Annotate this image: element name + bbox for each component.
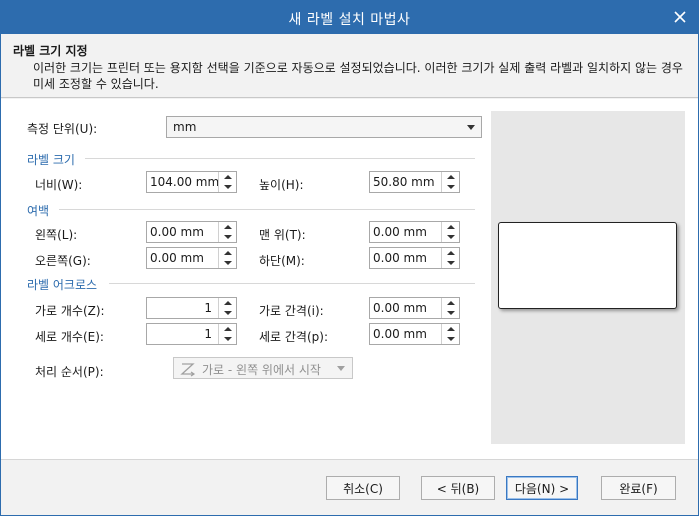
spin-up-icon[interactable] xyxy=(442,324,460,334)
spin-up-icon[interactable] xyxy=(219,298,237,308)
finish-button[interactable]: 완료(F) xyxy=(601,476,676,500)
z-order-icon xyxy=(180,363,196,377)
chevron-down-icon xyxy=(337,366,345,371)
spin-down-icon[interactable] xyxy=(219,182,237,192)
spin-up-icon[interactable] xyxy=(219,324,237,334)
wizard-body: 측정 단위(U): mm 라벨 크기 너비(W): 104.00 mm 높이(H… xyxy=(1,99,698,459)
spin-down-icon[interactable] xyxy=(219,334,237,344)
divider xyxy=(85,158,475,159)
label-preview xyxy=(498,222,677,309)
step-title: 라벨 크기 지정 xyxy=(13,44,88,58)
margin-left-stepper[interactable]: 0.00 mm xyxy=(146,221,237,243)
divider xyxy=(59,209,475,210)
spin-up-icon[interactable] xyxy=(442,248,460,258)
spin-up-icon[interactable] xyxy=(219,172,237,182)
print-order-value: 가로 - 왼쪽 위에서 시작 xyxy=(202,363,321,377)
vertical-count-value: 1 xyxy=(204,327,212,341)
spin-up-icon[interactable] xyxy=(442,222,460,232)
margin-top-label: 맨 위(T): xyxy=(259,228,306,242)
wizard-header: 라벨 크기 지정 이러한 크기는 프린터 또는 용지함 선택을 기준으로 자동으… xyxy=(1,34,698,98)
label-wizard-window: 새 라벨 설치 마법사 라벨 크기 지정 이러한 크기는 프린터 또는 용지함 … xyxy=(0,0,699,516)
spin-up-icon[interactable] xyxy=(442,298,460,308)
width-value: 104.00 mm xyxy=(150,175,220,189)
label-preview-panel xyxy=(491,111,685,444)
horizontal-gap-label: 가로 간격(i): xyxy=(259,304,324,318)
spin-down-icon[interactable] xyxy=(442,308,460,318)
spin-down-icon[interactable] xyxy=(219,308,237,318)
units-value: mm xyxy=(173,120,197,134)
window-title: 새 라벨 설치 마법사 xyxy=(288,12,411,28)
margin-right-stepper[interactable]: 0.00 mm xyxy=(146,247,237,269)
chevron-down-icon xyxy=(467,125,475,130)
units-select[interactable]: mm xyxy=(166,116,482,138)
print-order-label: 처리 순서(P): xyxy=(35,365,104,379)
spin-down-icon[interactable] xyxy=(219,232,237,242)
margin-bottom-stepper[interactable]: 0.00 mm xyxy=(369,247,460,269)
close-icon[interactable] xyxy=(670,7,690,27)
vertical-gap-stepper[interactable]: 0.00 mm xyxy=(369,323,460,345)
margin-right-label: 오른쪽(G): xyxy=(35,254,91,268)
vertical-gap-label: 세로 간격(p): xyxy=(259,330,328,344)
margin-bottom-label: 하단(M): xyxy=(259,254,305,268)
height-label: 높이(H): xyxy=(259,178,304,192)
margin-top-value: 0.00 mm xyxy=(373,225,427,239)
horizontal-gap-stepper[interactable]: 0.00 mm xyxy=(369,297,460,319)
width-label: 너비(W): xyxy=(35,178,83,192)
section-margins: 여백 xyxy=(27,204,50,218)
next-button[interactable]: 다음(N) > xyxy=(506,476,578,500)
section-label-size: 라벨 크기 xyxy=(27,153,75,167)
spin-down-icon[interactable] xyxy=(442,258,460,268)
width-stepper[interactable]: 104.00 mm xyxy=(146,171,237,193)
margin-top-stepper[interactable]: 0.00 mm xyxy=(369,221,460,243)
height-value: 50.80 mm xyxy=(373,175,435,189)
divider xyxy=(109,283,475,284)
spin-up-icon[interactable] xyxy=(219,222,237,232)
horizontal-gap-value: 0.00 mm xyxy=(373,301,427,315)
spin-down-icon[interactable] xyxy=(442,334,460,344)
horizontal-count-value: 1 xyxy=(204,301,212,315)
margin-right-value: 0.00 mm xyxy=(150,251,204,265)
wizard-footer: 취소(C) < 뒤(B) 다음(N) > 완료(F) xyxy=(1,459,698,515)
title-bar: 새 라벨 설치 마법사 xyxy=(1,1,698,34)
spin-down-icon[interactable] xyxy=(442,232,460,242)
units-label: 측정 단위(U): xyxy=(27,122,98,136)
section-labels-across: 라벨 어크로스 xyxy=(27,278,98,292)
back-button[interactable]: < 뒤(B) xyxy=(421,476,495,500)
vertical-count-stepper[interactable]: 1 xyxy=(146,323,237,345)
horizontal-count-stepper[interactable]: 1 xyxy=(146,297,237,319)
margin-left-label: 왼쪽(L): xyxy=(35,228,78,242)
margin-left-value: 0.00 mm xyxy=(150,225,204,239)
vertical-gap-value: 0.00 mm xyxy=(373,327,427,341)
spin-up-icon[interactable] xyxy=(442,172,460,182)
spin-up-icon[interactable] xyxy=(219,248,237,258)
height-stepper[interactable]: 50.80 mm xyxy=(369,171,460,193)
margin-bottom-value: 0.00 mm xyxy=(373,251,427,265)
vertical-count-label: 세로 개수(E): xyxy=(35,330,104,344)
horizontal-count-label: 가로 개수(Z): xyxy=(35,304,105,318)
cancel-button[interactable]: 취소(C) xyxy=(326,476,400,500)
spin-down-icon[interactable] xyxy=(442,182,460,192)
spin-down-icon[interactable] xyxy=(219,258,237,268)
print-order-select[interactable]: 가로 - 왼쪽 위에서 시작 xyxy=(173,357,353,379)
step-description: 이러한 크기는 프린터 또는 용지함 선택을 기준으로 자동으로 설정되었습니다… xyxy=(33,61,683,91)
